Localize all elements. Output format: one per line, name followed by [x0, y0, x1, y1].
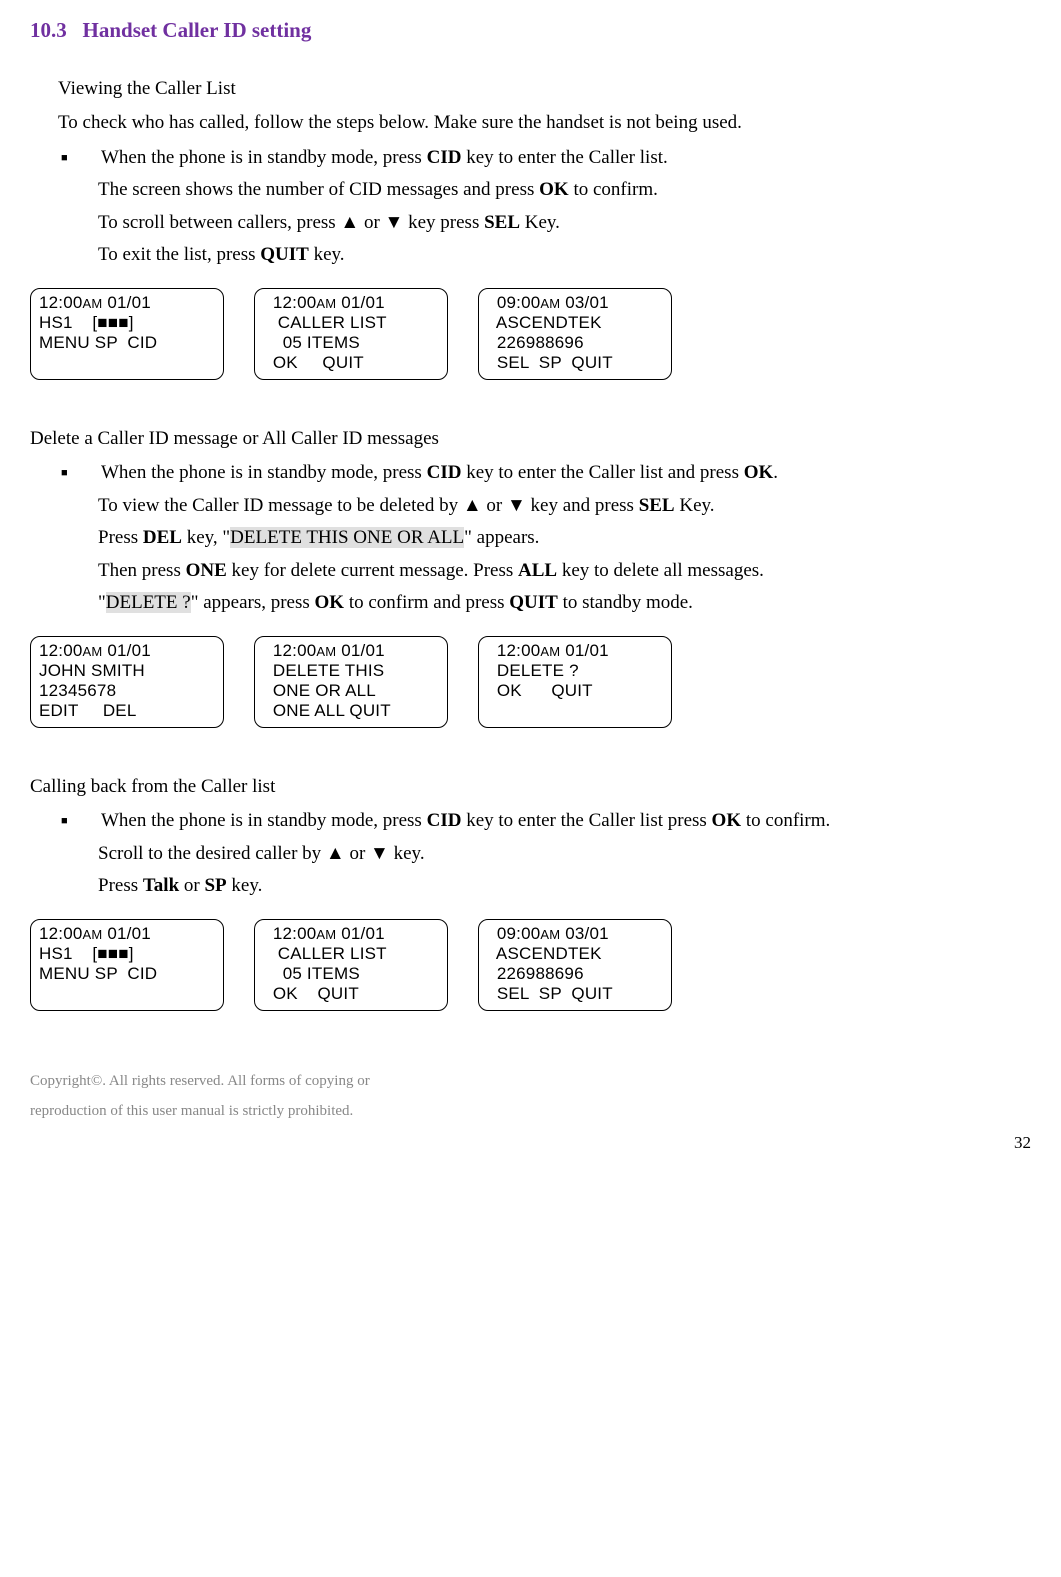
screens-row-1: 12:00AM 01/01 HS1 [■■■] MENU SP CID 12:0… [30, 288, 1031, 380]
bullet-square-icon: ■ [58, 807, 101, 836]
sub2-l5: "DELETE ?" appears, press OK to confirm … [98, 589, 1031, 618]
lcd-screen: 12:00AM 01/01 JOHN SMITH 12345678 EDIT D… [30, 636, 224, 728]
sub2-heading: Delete a Caller ID message or All Caller… [30, 425, 1031, 454]
lcd-screen: 12:00AM 01/01 CALLER LIST 05 ITEMS OK QU… [254, 288, 448, 380]
lcd-screen: 12:00AM 01/01 CALLER LIST 05 ITEMS OK QU… [254, 919, 448, 1011]
sub2-b1: When the phone is in standby mode, press… [101, 459, 1031, 488]
lcd-screen: 12:00AM 01/01 DELETE ? OK QUIT [478, 636, 672, 728]
lcd-screen: 12:00AM 01/01 HS1 [■■■] MENU SP CID [30, 288, 224, 380]
sub1-heading: Viewing the Caller List [58, 75, 1031, 104]
sub2-l2: To view the Caller ID message to be dele… [98, 492, 1031, 521]
lcd-screen: 09:00AM 03/01 ASCENDTEK 226988696 SEL SP… [478, 288, 672, 380]
sub2-bullet: ■ When the phone is in standby mode, pre… [58, 459, 1031, 488]
sub1-l3: To scroll between callers, press ▲ or ▼ … [98, 209, 1031, 238]
sub1-l4: To exit the list, press QUIT key. [98, 241, 1031, 270]
footer-line1: Copyright©. All rights reserved. All for… [30, 1066, 1031, 1096]
section-title-text: Handset Caller ID setting [83, 18, 312, 42]
sub1-intro: To check who has called, follow the step… [58, 109, 1031, 138]
sub1-bullet: ■ When the phone is in standby mode, pre… [58, 144, 1031, 173]
section-heading: 10.3 Handset Caller ID setting [30, 15, 1031, 47]
screens-row-3: 12:00AM 01/01 HS1 [■■■] MENU SP CID 12:0… [30, 919, 1031, 1011]
bullet-square-icon: ■ [58, 459, 101, 488]
section-number: 10.3 [30, 18, 67, 42]
footer-line2: reproduction of this user manual is stri… [30, 1096, 1031, 1126]
sub1-b1: When the phone is in standby mode, press… [101, 144, 1031, 173]
sub3-heading: Calling back from the Caller list [30, 773, 1031, 802]
lcd-screen: 12:00AM 01/01 HS1 [■■■] MENU SP CID [30, 919, 224, 1011]
sub2-l4: Then press ONE key for delete current me… [98, 557, 1031, 586]
screens-row-2: 12:00AM 01/01 JOHN SMITH 12345678 EDIT D… [30, 636, 1031, 728]
bullet-square-icon: ■ [58, 144, 101, 173]
sub3-bullet: ■ When the phone is in standby mode, pre… [58, 807, 1031, 836]
page-number: 32 [30, 1130, 1031, 1156]
lcd-screen: 12:00AM 01/01 DELETE THIS ONE OR ALL ONE… [254, 636, 448, 728]
lcd-screen: 09:00AM 03/01 ASCENDTEK 226988696 SEL SP… [478, 919, 672, 1011]
sub3-b1: When the phone is in standby mode, press… [101, 807, 1031, 836]
sub2-l3: Press DEL key, "DELETE THIS ONE OR ALL" … [98, 524, 1031, 553]
sub3-l3: Press Talk or SP key. [98, 872, 1031, 901]
sub1-l2: The screen shows the number of CID messa… [98, 176, 1031, 205]
footer-copyright: Copyright©. All rights reserved. All for… [30, 1066, 1031, 1126]
sub3-l2: Scroll to the desired caller by ▲ or ▼ k… [98, 840, 1031, 869]
